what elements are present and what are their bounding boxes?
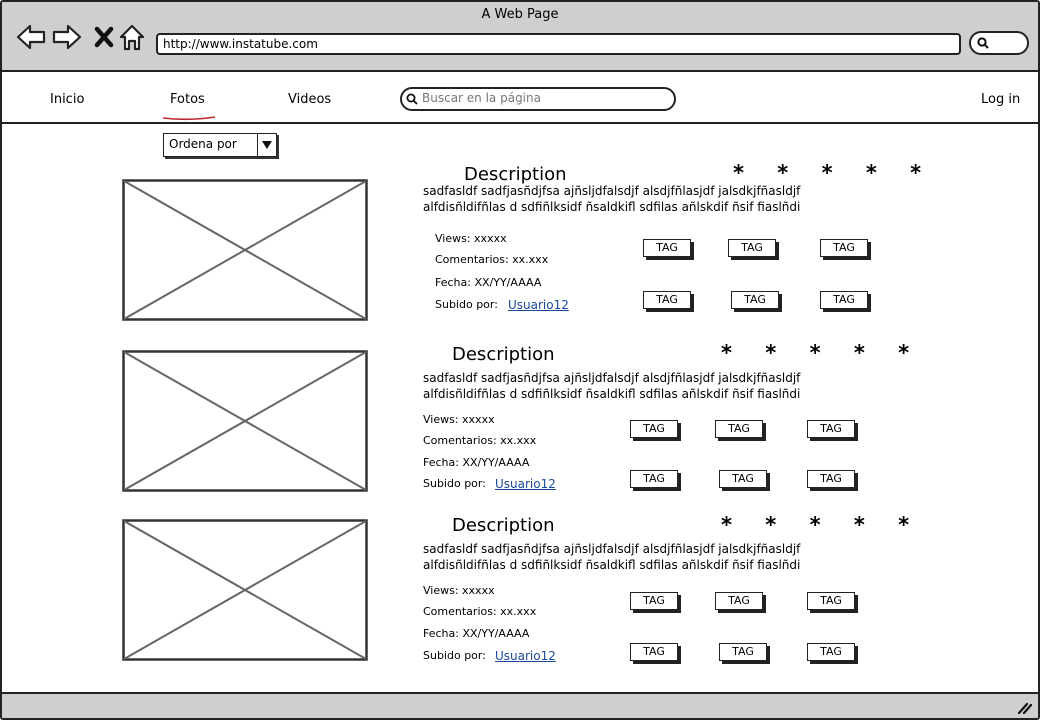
tag-button[interactable]: TAG [807,643,855,661]
description-line: alfdisñldifñlas d sdfiñlksidf ñsaldkifl … [423,558,801,572]
photo-item: Description * * * * * sadfasldf sadfjasñ… [2,161,1038,324]
item-title: Description [452,515,555,536]
tag-button[interactable]: TAG [715,592,763,610]
user-link[interactable]: Usuario12 [495,477,556,491]
tag-button[interactable]: TAG [719,470,767,488]
item-title: Description [452,344,555,365]
search-icon [406,93,418,105]
image-placeholder[interactable] [122,350,368,492]
photo-item: Description * * * * * sadfasldf sadfjasñ… [2,513,1038,675]
tag-button[interactable]: TAG [728,239,776,257]
tag-button[interactable]: TAG [715,420,763,438]
status-bar [2,692,1038,718]
item-title: Description [464,164,567,185]
upload-date: Fecha: XX/YY/AAAA [435,276,542,289]
browser-window: A Web Page http://www.instatube.com Inic… [0,0,1040,720]
description-line: sadfasldf sadfjasñdjfsa ajñsljdfalsdjf a… [423,184,801,198]
nav-link-fotos[interactable]: Fotos [170,92,205,107]
upload-date: Fecha: XX/YY/AAAA [423,627,530,640]
image-placeholder[interactable] [122,179,368,321]
tag-button[interactable]: TAG [719,643,767,661]
address-bar[interactable]: http://www.instatube.com [156,33,961,55]
chevron-down-icon [262,141,272,149]
comments-count: Comentarios: xx.xxx [423,605,537,618]
search-icon [977,37,989,49]
uploaded-by-label: Subido por: [423,649,486,662]
sort-dropdown-button[interactable] [257,134,276,156]
tag-button[interactable]: TAG [820,239,868,257]
tag-button[interactable]: TAG [630,592,678,610]
window-title: A Web Page [481,7,559,22]
back-icon[interactable] [16,22,46,52]
active-tab-underline [162,116,216,121]
user-link[interactable]: Usuario12 [495,649,556,663]
close-icon[interactable] [90,22,120,52]
comments-count: Comentarios: xx.xxx [435,253,549,266]
comments-count: Comentarios: xx.xxx [423,434,537,447]
uploaded-by-label: Subido por: [435,298,498,311]
browser-toolbar: A Web Page http://www.instatube.com [2,2,1038,72]
home-icon[interactable] [118,22,148,52]
browser-search-field[interactable] [969,31,1029,55]
description-line: alfdisñldifñlas d sdfiñlksidf ñsaldkifl … [423,387,801,401]
tag-button[interactable]: TAG [731,291,779,309]
sort-dropdown-label: Ordena por [169,137,237,151]
nav-link-videos[interactable]: Videos [288,92,331,107]
nav-link-inicio[interactable]: Inicio [50,92,84,107]
tag-button[interactable]: TAG [643,291,691,309]
description-line: sadfasldf sadfjasñdjfsa ajñsljdfalsdjf a… [423,542,801,556]
tag-button[interactable]: TAG [807,470,855,488]
image-placeholder[interactable] [122,519,368,661]
page-search-input[interactable]: Buscar en la página [400,87,676,111]
uploaded-by-label: Subido por: [423,477,486,490]
tag-button[interactable]: TAG [807,592,855,610]
tag-button[interactable]: TAG [820,291,868,309]
description-line: sadfasldf sadfjasñdjfsa ajñsljdfalsdjf a… [423,371,801,385]
tag-button[interactable]: TAG [643,239,691,257]
tag-button[interactable]: TAG [807,420,855,438]
forward-icon[interactable] [52,22,82,52]
rating-stars[interactable]: * * * * * [721,513,922,537]
tag-button[interactable]: TAG [630,643,678,661]
sort-dropdown[interactable]: Ordena por [163,133,277,157]
tag-button[interactable]: TAG [630,470,678,488]
item-description: sadfasldf sadfjasñdjfsa ajñsljdfalsdjf a… [423,541,853,573]
tag-button[interactable]: TAG [630,420,678,438]
item-description: sadfasldf sadfjasñdjfsa ajñsljdfalsdjf a… [423,183,853,215]
views-count: Views: xxxxx [435,232,507,245]
upload-date: Fecha: XX/YY/AAAA [423,456,530,469]
views-count: Views: xxxxx [423,413,495,426]
resize-grip-icon[interactable] [1016,700,1032,714]
search-placeholder: Buscar en la página [422,91,541,105]
description-line: alfdisñldifñlas d sdfiñlksidf ñsaldkifl … [423,200,801,214]
item-description: sadfasldf sadfjasñdjfsa ajñsljdfalsdjf a… [423,370,853,402]
user-link[interactable]: Usuario12 [508,298,569,312]
login-link[interactable]: Log in [981,92,1020,107]
rating-stars[interactable]: * * * * * [721,341,922,365]
rating-stars[interactable]: * * * * * [733,161,934,185]
views-count: Views: xxxxx [423,584,495,597]
site-navbar: Inicio Fotos Videos Buscar en la página … [2,72,1038,124]
photo-item: Description * * * * * sadfasldf sadfjasñ… [2,341,1038,504]
